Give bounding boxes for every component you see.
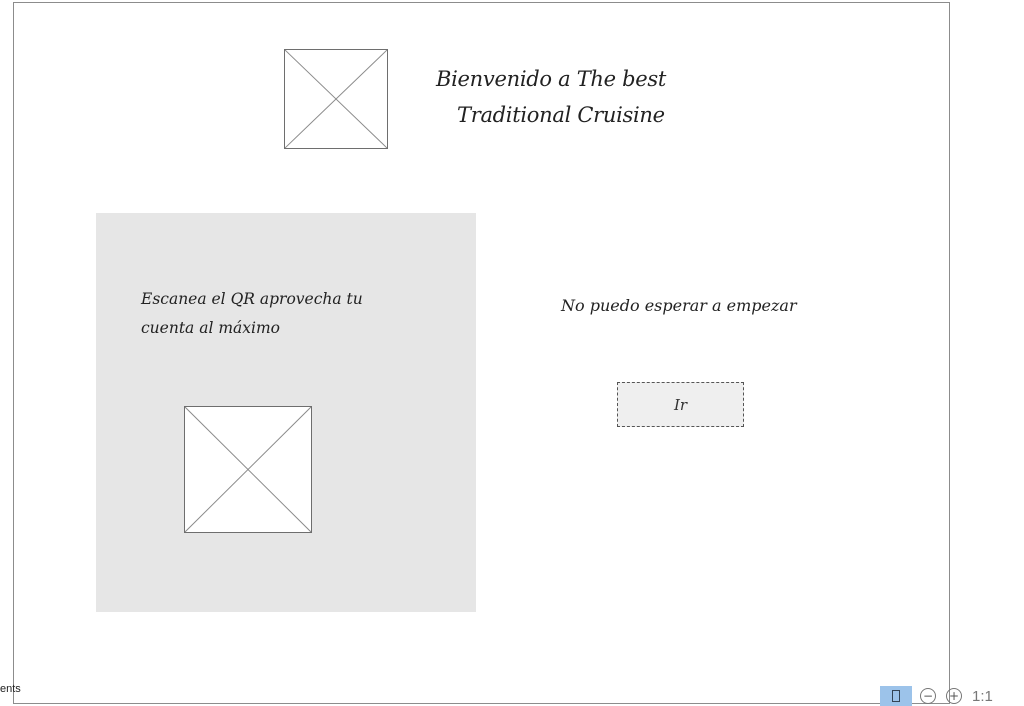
app-viewport: Bienvenido a The best Traditional Cruisi… [0, 0, 1024, 706]
qr-code-image-placeholder [184, 406, 312, 533]
go-button[interactable]: Ir [617, 382, 744, 427]
zoom-out-button[interactable]: − [918, 686, 938, 706]
welcome-title: Bienvenido a The best Traditional Cruisi… [436, 61, 666, 133]
zoom-out-icon: − [920, 688, 936, 704]
qr-instructions-line2: cuenta al máximo [141, 319, 281, 337]
qr-instructions: Escanea el QR aprovecha tu cuenta al máx… [141, 285, 401, 343]
footer-label: ents [0, 683, 21, 695]
page-view-button[interactable] [880, 686, 912, 706]
zoom-in-icon: + [946, 688, 962, 704]
logo-image-placeholder [284, 49, 388, 149]
image-placeholder-icon [285, 50, 387, 148]
reset-zoom-button[interactable]: 1:1 [970, 686, 993, 706]
zoom-in-button[interactable]: + [944, 686, 964, 706]
qr-panel: Escanea el QR aprovecha tu cuenta al máx… [96, 213, 476, 612]
welcome-title-line1: Bienvenido a The best [436, 67, 667, 91]
welcome-title-line2: Traditional Cruisine [457, 103, 665, 127]
qr-instructions-line1: Escanea el QR aprovecha tu [141, 290, 363, 308]
wireframe-canvas: Bienvenido a The best Traditional Cruisi… [13, 2, 950, 704]
reset-zoom-label: 1:1 [972, 687, 993, 705]
image-placeholder-icon [185, 407, 311, 532]
zoom-toolbar: − + 1:1 [880, 686, 999, 706]
cta-message: No puedo esperar a empezar [561, 296, 797, 315]
page-icon [892, 690, 900, 702]
go-button-label: Ir [673, 395, 688, 414]
